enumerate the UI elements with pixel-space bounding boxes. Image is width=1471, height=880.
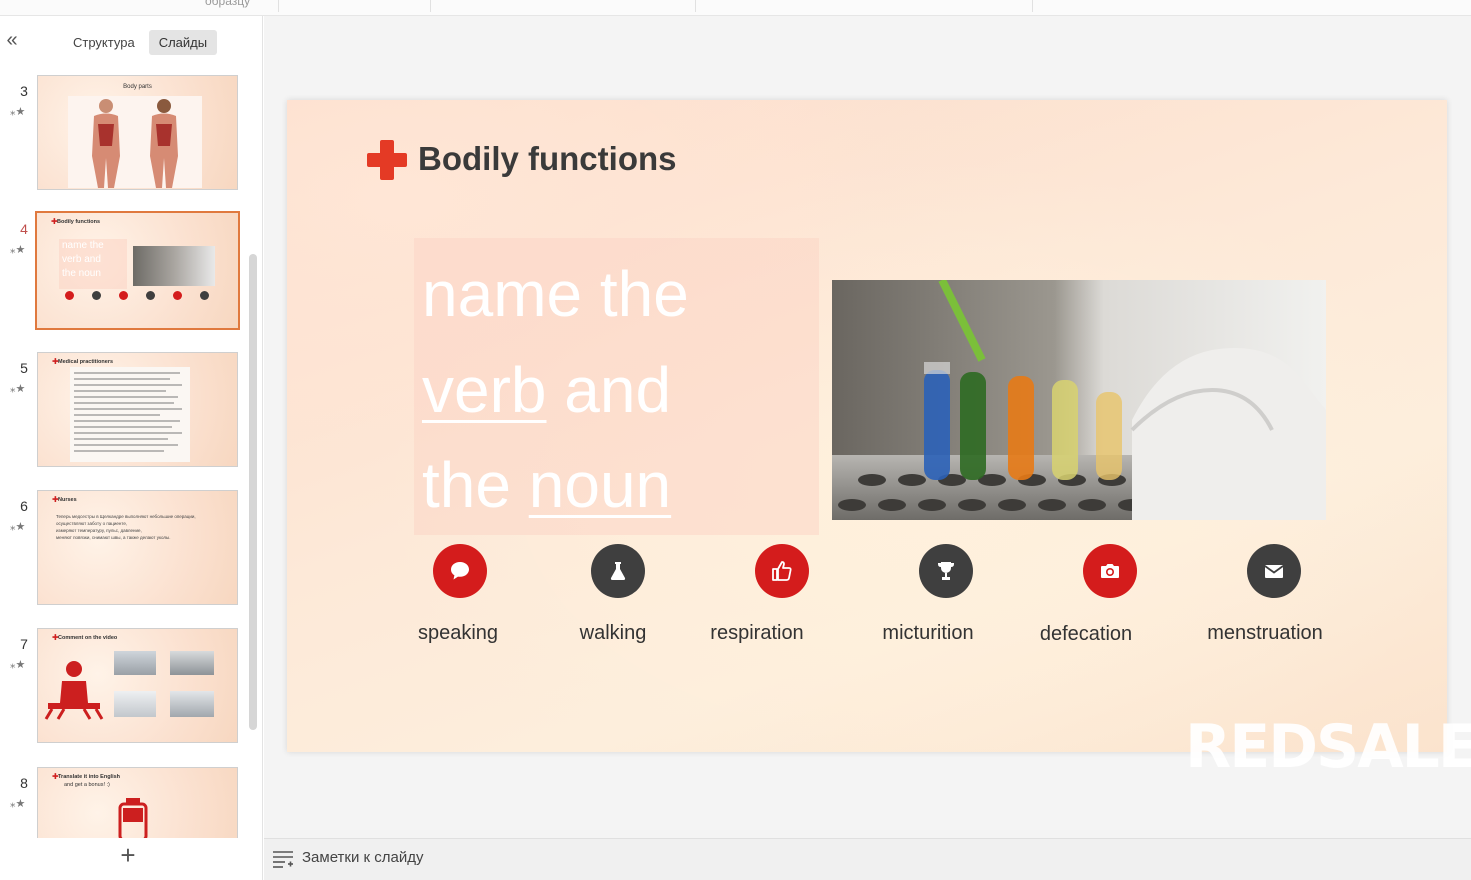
- flask-icon[interactable]: [591, 544, 645, 598]
- thumbnail-dot: [92, 291, 101, 300]
- slide-thumbnail-row[interactable]: 8 ⁎★ ✚ Translate it into English and get…: [0, 767, 250, 838]
- slide-number: 4: [20, 221, 28, 237]
- ribbon-remnant: образцу: [0, 0, 1471, 16]
- slide-number: 8: [20, 775, 28, 791]
- slide-thumbnail[interactable]: ✚ Nurses Теперь медсестры в Щелкандре вы…: [37, 490, 238, 605]
- envelope-icon[interactable]: [1247, 544, 1301, 598]
- thumbs-up-icon[interactable]: [755, 544, 809, 598]
- transition-star-icon: ⁎★: [10, 383, 26, 395]
- video-frame: [170, 691, 214, 717]
- slide-thumbnail-row[interactable]: 5 ⁎★ ✚ Medical practitioners: [0, 352, 250, 472]
- thumbnail-dot: [173, 291, 182, 300]
- slide-thumbnail[interactable]: ✚ Medical practitioners: [37, 352, 238, 467]
- thumbnail-textbox: name the verb and the noun: [59, 239, 127, 289]
- blood-bag-icon: [118, 798, 148, 838]
- speech-bubble-icon[interactable]: [433, 544, 487, 598]
- label-walking: walking: [579, 622, 647, 644]
- trophy-icon[interactable]: [919, 544, 973, 598]
- thumbnail-dot: [146, 291, 155, 300]
- thumbnail-text-line: name the: [62, 240, 104, 251]
- slide-thumbnail[interactable]: Body parts: [37, 75, 238, 190]
- thumbnail-text-line: меняют повязки, снимают швы, а также дел…: [56, 535, 171, 540]
- transition-star-icon: ⁎★: [10, 106, 26, 118]
- thumbnail-subtitle: and get a bonus! :): [64, 782, 110, 788]
- thumbnail-title: Translate it into English: [58, 774, 121, 780]
- transition-star-icon: ⁎★: [10, 798, 26, 810]
- slide-number: 3: [20, 83, 28, 99]
- ribbon-cut-label: образцу: [205, 0, 251, 8]
- view-tabs: Структура Слайды: [63, 30, 218, 55]
- label-speaking: speaking: [417, 622, 499, 644]
- slide-thumbnail-row[interactable]: 4 ⁎★ ✚ Bodily functions name the verb an…: [0, 211, 250, 333]
- tab-structure[interactable]: Структура: [63, 30, 145, 55]
- thumbnail-text-line: verb and: [62, 254, 101, 265]
- thumbnail-title: Comment on the video: [58, 635, 118, 641]
- thumbnail-dot: [119, 291, 128, 300]
- label-respiration: respiration: [710, 622, 804, 644]
- redsale-watermark-logo: REDSALE: [1185, 712, 1471, 782]
- slides-panel: « Структура Слайды 3 ⁎★ Body parts 4 ⁎★ …: [0, 16, 263, 880]
- thumbnail-photo: [133, 246, 215, 286]
- notes-lines-icon: [273, 851, 293, 868]
- ribbon-separator: [430, 0, 431, 12]
- slide-number: 5: [20, 360, 28, 376]
- slide-thumbnail-row[interactable]: 7 ⁎★ ✚ Comment on the video: [0, 628, 250, 748]
- video-frame: [114, 651, 156, 675]
- patient-bed-icon: [44, 661, 104, 720]
- transition-star-icon: ⁎★: [10, 521, 26, 533]
- video-frame: [170, 651, 214, 675]
- slide-number: 7: [20, 636, 28, 652]
- tab-slides[interactable]: Слайды: [148, 30, 218, 55]
- slide-number: 6: [20, 498, 28, 514]
- slide-thumbnail-row[interactable]: 6 ⁎★ ✚ Nurses Теперь медсестры в Щелканд…: [0, 490, 250, 610]
- ribbon-separator: [278, 0, 279, 12]
- slide-thumbnail[interactable]: ✚ Comment on the video: [37, 628, 238, 743]
- thumbnail-text-line: Теперь медсестры в Щелкандре выполняют н…: [56, 514, 196, 519]
- transition-star-icon: ⁎★: [10, 659, 26, 671]
- document-text-lines: [70, 367, 190, 462]
- thumbnail-dot: [65, 291, 74, 300]
- function-icons-row: speaking walking respiration micturition…: [287, 100, 1447, 752]
- label-micturition: micturition: [882, 622, 974, 644]
- thumbnail-title: Medical practitioners: [58, 359, 114, 365]
- notes-label: Заметки к слайду: [302, 849, 424, 866]
- label-menstruation: menstruation: [1207, 622, 1323, 644]
- thumbnail-title: Bodily functions: [57, 219, 101, 225]
- slide-notes-bar[interactable]: Заметки к слайду: [264, 838, 1471, 880]
- slide-thumbnail[interactable]: ✚ Bodily functions name the verb and the…: [35, 211, 240, 330]
- video-frame: [114, 691, 156, 717]
- ribbon-separator: [695, 0, 696, 12]
- anatomy-image: [68, 96, 202, 188]
- slide-thumbnail-row[interactable]: 3 ⁎★ Body parts: [0, 75, 250, 195]
- slide-thumbnail[interactable]: ✚ Translate it into English and get a bo…: [37, 767, 238, 838]
- add-slide-button[interactable]: +: [116, 842, 140, 868]
- thumbnail-text-line: измеряют температуру, пульс, давление,: [56, 528, 142, 533]
- camera-icon[interactable]: [1083, 544, 1137, 598]
- transition-star-icon: ⁎★: [10, 244, 26, 256]
- thumbnail-icon-row: [65, 291, 215, 301]
- thumbnail-title: Body parts: [123, 84, 152, 90]
- ribbon-separator: [1032, 0, 1033, 12]
- slide-thumbnail-list: 3 ⁎★ Body parts 4 ⁎★ ✚ Bodily functions …: [0, 72, 250, 838]
- thumbnail-title: Nurses: [58, 497, 77, 503]
- thumbnail-text-line: the noun: [62, 268, 101, 279]
- slide-canvas[interactable]: Bodily functions name the verb and the n…: [287, 100, 1447, 752]
- thumbnail-dot: [200, 291, 209, 300]
- collapse-panel-icon[interactable]: «: [3, 30, 21, 52]
- label-defecation: defecation: [1039, 623, 1133, 645]
- thumbnail-text-line: осуществляют заботу о пациенте,: [56, 521, 128, 526]
- thumbnail-body-text: Теперь медсестры в Щелкандре выполняют н…: [56, 513, 234, 541]
- thumbnail-scrollbar[interactable]: [249, 254, 257, 730]
